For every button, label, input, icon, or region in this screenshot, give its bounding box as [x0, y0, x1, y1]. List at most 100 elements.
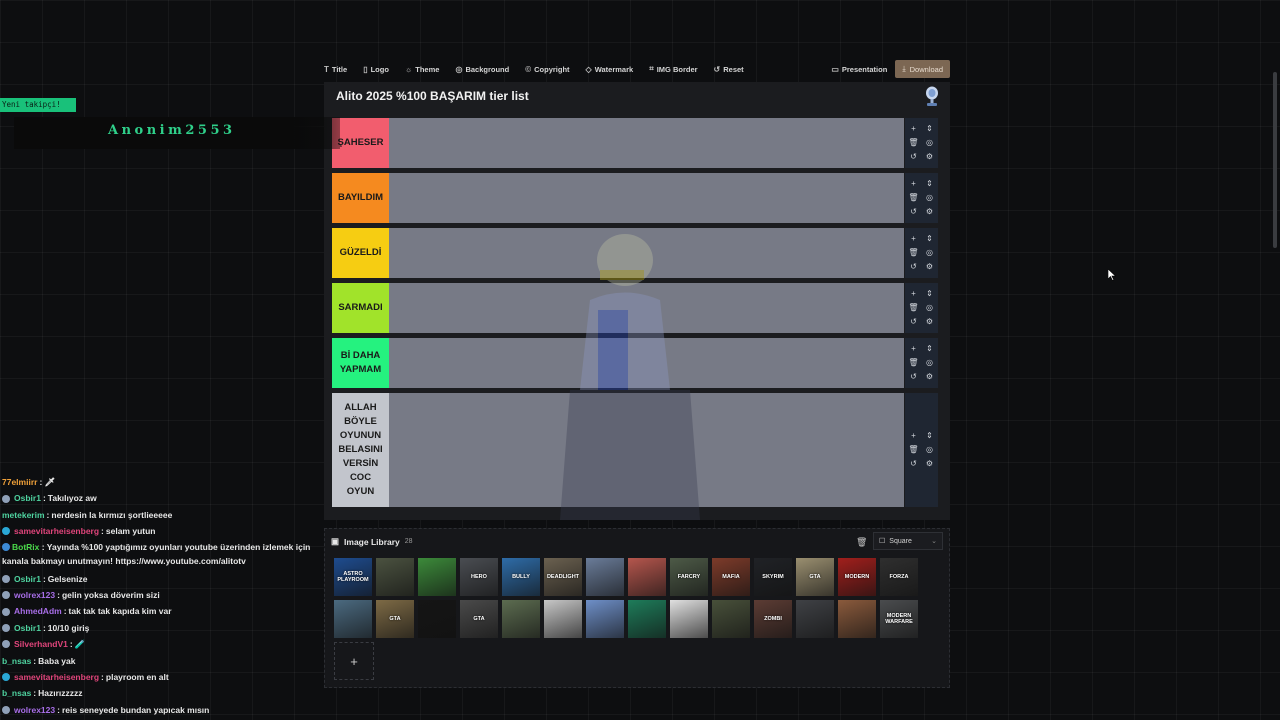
gear-icon[interactable]: ⚙ — [922, 457, 938, 471]
chat-username[interactable]: b_nsas — [2, 653, 31, 669]
sort-icon[interactable]: ⇕ — [922, 177, 938, 191]
library-thumbnail[interactable]: ZOMBI — [754, 600, 792, 638]
chat-username[interactable]: Osbir1 — [14, 620, 41, 636]
add-icon[interactable]: + — [906, 232, 922, 246]
palette-icon[interactable]: ◎ — [922, 301, 938, 315]
library-thumbnail[interactable] — [544, 600, 582, 638]
library-thumbnail[interactable]: GTA — [460, 600, 498, 638]
chat-username[interactable]: 77elmiirr — [2, 474, 37, 490]
chat-username[interactable]: BotRix — [12, 542, 39, 552]
library-thumbnail[interactable] — [838, 600, 876, 638]
tier-label[interactable]: ŞAHESER — [332, 118, 389, 168]
library-thumbnail[interactable] — [796, 600, 834, 638]
library-thumbnail[interactable] — [628, 558, 666, 596]
reset-icon[interactable]: ↺ — [906, 205, 922, 219]
palette-icon[interactable]: ◎ — [922, 136, 938, 150]
sort-icon[interactable]: ⇕ — [922, 122, 938, 136]
gear-icon[interactable]: ⚙ — [922, 260, 938, 274]
chat-username[interactable]: samevitarheisenberg — [14, 523, 99, 539]
tier-drop-area[interactable] — [389, 118, 904, 168]
tierlist-title[interactable]: Alito 2025 %100 BAŞARIM tier list — [336, 89, 529, 103]
toolbar-logo-button[interactable]: ▯ Logo — [363, 65, 389, 74]
library-thumbnail[interactable]: FARCRY — [670, 558, 708, 596]
library-thumbnail[interactable]: DEADLIGHT — [544, 558, 582, 596]
palette-icon[interactable]: ◎ — [922, 443, 938, 457]
sort-icon[interactable]: ⇕ — [922, 232, 938, 246]
chat-username[interactable]: wolrex123 — [14, 587, 55, 603]
sort-icon[interactable]: ⇕ — [922, 342, 938, 356]
toolbar-reset-button[interactable]: ↺ Reset — [714, 65, 744, 74]
palette-icon[interactable]: ◎ — [922, 246, 938, 260]
library-thumbnail[interactable]: BULLY — [502, 558, 540, 596]
chat-username[interactable]: Osbir1 — [14, 490, 41, 506]
library-thumbnail[interactable] — [334, 600, 372, 638]
trash-icon[interactable]: 🗑 — [856, 537, 867, 548]
tier-drop-area[interactable] — [389, 283, 904, 333]
tier-drop-area[interactable] — [389, 228, 904, 278]
library-thumbnail[interactable]: ASTRO PLAYROOM — [334, 558, 372, 596]
add-icon[interactable]: + — [906, 287, 922, 301]
add-image-button[interactable]: + — [334, 642, 374, 680]
trash-icon[interactable]: 🗑 — [906, 191, 922, 205]
library-thumbnail[interactable] — [586, 558, 624, 596]
chat-username[interactable]: Osbir1 — [14, 571, 41, 587]
add-icon[interactable]: + — [906, 177, 922, 191]
library-thumbnail[interactable] — [712, 600, 750, 638]
library-thumbnail[interactable] — [418, 600, 456, 638]
reset-icon[interactable]: ↺ — [906, 370, 922, 384]
reset-icon[interactable]: ↺ — [906, 457, 922, 471]
library-thumbnail[interactable]: GTA — [796, 558, 834, 596]
reset-icon[interactable]: ↺ — [906, 260, 922, 274]
chat-username[interactable]: metekerim — [2, 507, 45, 523]
library-thumbnail[interactable]: MODERN WARFARE — [880, 600, 918, 638]
chat-username[interactable]: wolrex123 — [14, 702, 55, 718]
library-thumbnail[interactable] — [586, 600, 624, 638]
reset-icon[interactable]: ↺ — [906, 150, 922, 164]
reset-icon[interactable]: ↺ — [906, 315, 922, 329]
palette-icon[interactable]: ◎ — [922, 191, 938, 205]
gear-icon[interactable]: ⚙ — [922, 370, 938, 384]
library-thumbnail[interactable] — [628, 600, 666, 638]
tier-label[interactable]: ALLAH BÖYLE OYUNUN BELASINI VERSİN COC O… — [332, 393, 389, 507]
trash-icon[interactable]: 🗑 — [906, 136, 922, 150]
library-thumbnail[interactable]: HERO — [460, 558, 498, 596]
shape-select[interactable]: ☐ Square ⌄ — [873, 532, 943, 550]
library-thumbnail[interactable] — [502, 600, 540, 638]
palette-icon[interactable]: ◎ — [922, 356, 938, 370]
download-button[interactable]: ⤓ Download — [895, 60, 950, 78]
add-icon[interactable]: + — [906, 342, 922, 356]
toolbar-background-button[interactable]: ◎ Background — [455, 65, 509, 74]
tier-drop-area[interactable] — [389, 338, 904, 388]
presentation-button[interactable]: ▭ Presentation — [831, 65, 887, 74]
tier-label[interactable]: SARMADI — [332, 283, 389, 333]
add-icon[interactable]: + — [906, 122, 922, 136]
chat-username[interactable]: AhmedAdm — [14, 603, 62, 619]
library-thumbnail[interactable] — [418, 558, 456, 596]
chat-username[interactable]: b_nsas — [2, 685, 31, 701]
page-scrollbar[interactable] — [1273, 72, 1277, 248]
tier-drop-area[interactable] — [389, 393, 904, 507]
gear-icon[interactable]: ⚙ — [922, 205, 938, 219]
chat-username[interactable]: samevitarheisenberg — [14, 669, 99, 685]
library-thumbnail[interactable]: GTA — [376, 600, 414, 638]
library-thumbnail[interactable]: MODERN — [838, 558, 876, 596]
tier-label[interactable]: BAYILDIM — [332, 173, 389, 223]
add-icon[interactable]: + — [906, 429, 922, 443]
trash-icon[interactable]: 🗑 — [906, 246, 922, 260]
library-thumbnail[interactable] — [376, 558, 414, 596]
toolbar-theme-button[interactable]: ☼ Theme — [405, 65, 440, 74]
gear-icon[interactable]: ⚙ — [922, 150, 938, 164]
sort-icon[interactable]: ⇕ — [922, 287, 938, 301]
tier-drop-area[interactable] — [389, 173, 904, 223]
toolbar-title-button[interactable]: T Title — [324, 65, 347, 74]
tier-label[interactable]: Bİ DAHA YAPMAM — [332, 338, 389, 388]
toolbar-copyright-button[interactable]: © Copyright — [525, 65, 569, 74]
library-thumbnail[interactable]: FORZA — [880, 558, 918, 596]
toolbar-watermark-button[interactable]: ◇ Watermark — [586, 65, 634, 74]
tier-label[interactable]: GÜZELDİ — [332, 228, 389, 278]
library-thumbnail[interactable] — [670, 600, 708, 638]
toolbar-img-border-button[interactable]: ⌗ IMG Border — [649, 64, 697, 74]
trash-icon[interactable]: 🗑 — [906, 356, 922, 370]
trash-icon[interactable]: 🗑 — [906, 443, 922, 457]
library-thumbnail[interactable]: MAFIA — [712, 558, 750, 596]
